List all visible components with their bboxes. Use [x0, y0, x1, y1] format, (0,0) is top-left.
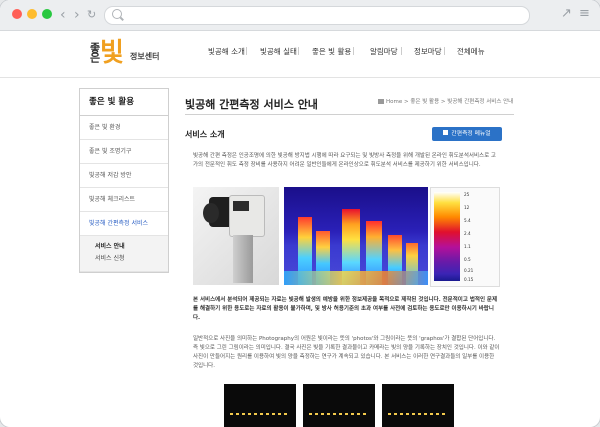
sidebar-sub-service-info[interactable]: 서비스 안내: [80, 241, 168, 253]
gnb-item[interactable]: 정보마당: [414, 46, 442, 57]
gnb-item-all-menu[interactable]: 전체메뉴: [457, 46, 485, 57]
sidebar-title: 좋은 빛 활용: [80, 89, 168, 116]
browser-window: ‹ › ↻ ↗ ≡ 좋은 빛 정보센터 빛공해 소개 빛공해 실태 좋은 빛 활…: [0, 0, 600, 427]
gnb-item[interactable]: 빛공해 실태: [260, 46, 297, 57]
luminance-meter-photo: [193, 187, 279, 285]
download-icon: [443, 130, 449, 135]
scale-label: 0.15: [464, 277, 474, 282]
breadcrumb: Home > 좋은 빛 활용 > 빛공해 간편측정 서비스 안내: [378, 97, 513, 105]
minimize-window-button[interactable]: [27, 9, 37, 19]
address-bar[interactable]: [104, 6, 530, 25]
header-divider: [0, 77, 600, 78]
luminance-scale-legend: 25 12 5.4 2.4 1.1 0.5 0.21 0.15: [430, 187, 500, 287]
sidebar-item-measurement[interactable]: 빛공해 간편측정 서비스: [80, 212, 168, 236]
sidebar-item-fixtures[interactable]: 좋은 빛 조명기구: [80, 140, 168, 164]
breadcrumb-item[interactable]: Home: [386, 99, 402, 105]
scale-label: 0.5: [464, 257, 471, 262]
gnb-item[interactable]: 좋은 빛 활용: [312, 46, 351, 57]
menu-icon[interactable]: ≡: [579, 6, 590, 21]
night-photo: [224, 384, 296, 427]
notice-paragraph: 본 서비스에서 분석되어 제공되는 자료는 빛공해 발생의 예방을 위한 정보제…: [193, 297, 498, 321]
gnb-item[interactable]: 빛공해 소개: [208, 46, 245, 57]
breadcrumb-item[interactable]: 좋은 빛 활용: [410, 99, 439, 105]
breadcrumb-item: 빛공해 간편측정 서비스 안내: [447, 99, 514, 105]
forward-arrow-icon[interactable]: ›: [74, 6, 80, 24]
close-window-button[interactable]: [12, 9, 22, 19]
intro-paragraph: 빛공해 간편 측정은 인공조명에 의한 빛공해 방지법 시행에 따라 요구되는 …: [193, 153, 496, 168]
gnb-item[interactable]: 알림마당: [370, 46, 398, 57]
reload-icon[interactable]: ↻: [87, 6, 96, 24]
manual-button-label: 간편측정 메뉴얼: [451, 131, 491, 137]
sidebar-sub-service-apply[interactable]: 서비스 신청: [80, 253, 168, 265]
scale-label: 2.4: [464, 231, 471, 236]
logo-caption: 정보센터: [130, 52, 160, 61]
thermal-building-image: [284, 187, 428, 285]
page-title: 빛공해 간편측정 서비스 안내: [185, 98, 318, 111]
sidebar-submenu: 서비스 안내 서비스 신청: [80, 236, 168, 272]
sidebar: 좋은 빛 활용 좋은 빛 환경 좋은 빛 조명기구 빛공해 저감 방안 빛공해 …: [79, 88, 169, 273]
scale-label: 12: [464, 205, 470, 210]
night-photo: [382, 384, 454, 427]
section-title: 서비스 소개: [185, 130, 225, 139]
scale-label: 25: [464, 192, 470, 197]
site-logo[interactable]: 좋은 빛 정보센터: [86, 38, 166, 74]
search-icon: [112, 9, 122, 19]
maximize-window-button[interactable]: [42, 9, 52, 19]
scale-label: 1.1: [464, 244, 471, 249]
sidebar-item-reduction[interactable]: 빛공해 저감 방안: [80, 164, 168, 188]
back-arrow-icon[interactable]: ‹: [60, 6, 66, 24]
expand-icon[interactable]: ↗: [561, 6, 572, 21]
sidebar-item-checklist[interactable]: 빛공해 체크리스트: [80, 188, 168, 212]
scale-label: 0.21: [464, 268, 474, 273]
browser-toolbar: ‹ › ↻ ↗ ≡: [0, 0, 600, 31]
title-divider: [185, 114, 514, 115]
color-scale-bar: [434, 192, 460, 281]
scale-label: 5.4: [464, 218, 471, 223]
logo-mark-accent: 빛: [100, 38, 124, 68]
night-photo: [303, 384, 375, 427]
sidebar-item-environment[interactable]: 좋은 빛 환경: [80, 116, 168, 140]
manual-download-button[interactable]: 간편측정 메뉴얼: [432, 127, 502, 141]
photography-paragraph: 일반적으로 사진을 의미하는 Photography의 어원은 빛이라는 뜻의 …: [193, 336, 500, 369]
home-icon[interactable]: [378, 99, 384, 104]
